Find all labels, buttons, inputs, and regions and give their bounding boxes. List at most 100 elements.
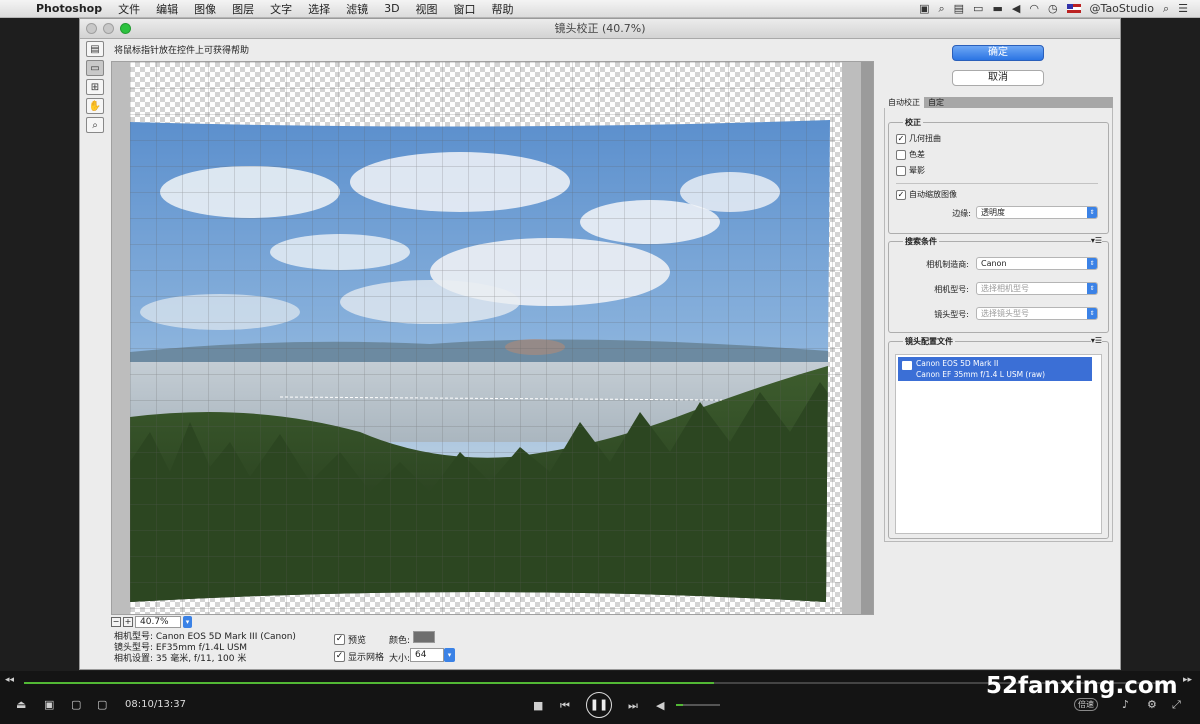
time-machine-icon[interactable]: ◷: [1048, 2, 1058, 15]
correction-group-title: 校正: [903, 117, 923, 128]
us-flag-icon[interactable]: [1066, 4, 1081, 13]
profile-camera: Canon EOS 5D Mark II: [916, 359, 999, 368]
preview-canvas[interactable]: [130, 62, 842, 614]
menu-image[interactable]: 图像: [186, 1, 224, 17]
zoom-in-button[interactable]: +: [123, 617, 133, 627]
minimize-window-icon[interactable]: [103, 23, 114, 34]
menu-file[interactable]: 文件: [110, 1, 148, 17]
show-grid-label: 显示网格: [348, 653, 385, 663]
corrected-photo[interactable]: [130, 62, 842, 614]
menu-bar: Photoshop 文件 编辑 图像 图层 文字 选择 滤镜 3D 视图 窗口 …: [0, 0, 1200, 18]
grid-check-icon[interactable]: ✓: [334, 651, 345, 662]
lens-model-select[interactable]: 选择镜头型号 ⇕: [976, 307, 1098, 320]
vignette-check-icon[interactable]: [896, 165, 906, 176]
menu-layer[interactable]: 图层: [224, 1, 262, 17]
hand-tool-icon[interactable]: ✋: [86, 98, 104, 114]
fullscreen-icon[interactable]: ⤢: [1172, 698, 1181, 712]
straighten-tool-icon[interactable]: ▭: [86, 60, 104, 76]
volume-icon[interactable]: ◀: [656, 699, 664, 712]
chromatic-check-icon[interactable]: [896, 149, 906, 160]
camera-make-value: Canon: [981, 259, 1007, 268]
headphones-icon[interactable]: ♪: [1122, 698, 1129, 711]
preview-area[interactable]: [111, 61, 874, 615]
grid-size-field[interactable]: 64: [410, 648, 444, 662]
lens-model-info: 镜头型号: EF35mm f/1.4L USM: [114, 643, 248, 653]
cancel-button[interactable]: 取消: [952, 70, 1044, 86]
menu-window[interactable]: 窗口: [446, 1, 484, 17]
profiles-menu-icon[interactable]: ▾☰: [1090, 336, 1102, 345]
auto-scale-check-icon[interactable]: ✓: [896, 189, 906, 200]
chromatic-aberration-checkbox[interactable]: 色差: [896, 149, 925, 160]
geometric-distortion-checkbox[interactable]: ✓ 几何扭曲: [896, 133, 941, 144]
comment-icon[interactable]: ▢: [97, 698, 107, 711]
move-grid-tool-icon[interactable]: ⊞: [86, 79, 104, 95]
preview-check-icon[interactable]: ✓: [334, 634, 345, 645]
playback-time: 08:10/13:37: [125, 699, 187, 710]
ok-button[interactable]: 确定: [952, 45, 1044, 61]
tab-auto-correction[interactable]: 自动校正: [884, 97, 924, 108]
menu-help[interactable]: 帮助: [484, 1, 522, 17]
camera-model-arrow-icon[interactable]: ⇕: [1087, 283, 1097, 294]
zoom-level-field[interactable]: 40.7%: [135, 616, 181, 628]
forward-icon[interactable]: ▸▸: [1183, 675, 1192, 685]
next-icon[interactable]: ⏭: [628, 699, 638, 713]
edge-select-arrow-icon[interactable]: ⇕: [1087, 207, 1097, 218]
previous-icon[interactable]: ⏮: [560, 699, 570, 713]
camera-settings-info: 相机设置: 35 毫米, f/11, 100 米: [114, 654, 247, 664]
zoom-tool-icon[interactable]: ⌕: [86, 117, 104, 133]
volume-icon[interactable]: ◀: [1012, 2, 1020, 15]
notification-icon[interactable]: ☰: [1178, 2, 1188, 15]
remove-distortion-tool-icon[interactable]: ▤: [86, 41, 104, 57]
stop-icon[interactable]: ■: [533, 699, 543, 712]
menu-type[interactable]: 文字: [262, 1, 300, 17]
camera-make-select[interactable]: Canon ⇕: [976, 257, 1098, 270]
edge-select-value: 透明度: [981, 208, 1005, 217]
search-menu-icon[interactable]: ▾☰: [1090, 236, 1102, 245]
display-icon[interactable]: ▤: [954, 2, 964, 15]
wifi-icon[interactable]: ◠: [1029, 2, 1039, 15]
menu-app-name[interactable]: Photoshop: [28, 2, 110, 15]
search-criteria-group: 搜索条件 ▾☰ 相机制造商: Canon ⇕ 相机型号: 选择相机型号 ⇕ 镜头…: [888, 236, 1109, 333]
preview-scrollbar[interactable]: [861, 62, 873, 614]
site-watermark: 52fanxing.com: [986, 673, 1178, 699]
menu-filter[interactable]: 滤镜: [338, 1, 376, 17]
zoom-window-icon[interactable]: [120, 23, 131, 34]
subtitle-icon[interactable]: ▢: [71, 698, 81, 711]
preview-checkbox[interactable]: ✓ 预览: [334, 631, 384, 648]
edge-select[interactable]: 透明度 ⇕: [976, 206, 1098, 219]
chapter-icon[interactable]: ▣: [44, 698, 54, 711]
screenshot-icon[interactable]: ⌕: [938, 2, 944, 16]
zoom-out-button[interactable]: −: [111, 617, 121, 627]
rewind-icon[interactable]: ◂◂: [5, 675, 14, 685]
menu-view[interactable]: 视图: [408, 1, 446, 17]
menu-3d[interactable]: 3D: [376, 2, 407, 15]
grid-color-label: 颜色:: [389, 636, 411, 646]
settings-icon[interactable]: ⚙: [1147, 698, 1157, 711]
battery-icon[interactable]: ▬: [992, 2, 1002, 15]
spotlight-icon[interactable]: ⌕: [1163, 2, 1169, 16]
tab-custom[interactable]: 自定: [924, 97, 948, 108]
grid-size-stepper-icon[interactable]: ▾: [444, 648, 455, 662]
show-grid-checkbox[interactable]: ✓ 显示网格: [334, 648, 384, 665]
airplay-icon[interactable]: ▭: [973, 2, 983, 15]
dialog-titlebar: 镜头校正 (40.7%): [80, 19, 1120, 39]
camera-model-select[interactable]: 选择相机型号 ⇕: [976, 282, 1098, 295]
zoom-dropdown-icon[interactable]: ▾: [183, 616, 192, 628]
record-icon[interactable]: ▣: [919, 2, 929, 15]
auto-scale-checkbox[interactable]: ✓ 自动缩放图像: [896, 189, 957, 200]
volume-slider[interactable]: [676, 704, 720, 706]
eject-icon[interactable]: ⏏: [16, 698, 26, 711]
geometric-check-icon[interactable]: ✓: [896, 133, 906, 144]
camera-make-arrow-icon[interactable]: ⇕: [1087, 258, 1097, 269]
profile-list[interactable]: Canon EOS 5D Mark II Canon EF 35mm f/1.4…: [895, 354, 1102, 534]
grid-color-swatch[interactable]: [413, 631, 435, 643]
profile-list-item[interactable]: Canon EOS 5D Mark II Canon EF 35mm f/1.4…: [898, 357, 1092, 381]
menubar-user[interactable]: @TaoStudio: [1090, 2, 1154, 15]
lens-model-arrow-icon[interactable]: ⇕: [1087, 308, 1097, 319]
menu-edit[interactable]: 编辑: [148, 1, 186, 17]
vignette-checkbox[interactable]: 晕影: [896, 165, 925, 176]
speed-button[interactable]: 倍速: [1074, 698, 1098, 711]
close-window-icon[interactable]: [86, 23, 97, 34]
pause-button[interactable]: ❚❚: [586, 692, 612, 718]
menu-select[interactable]: 选择: [300, 1, 338, 17]
